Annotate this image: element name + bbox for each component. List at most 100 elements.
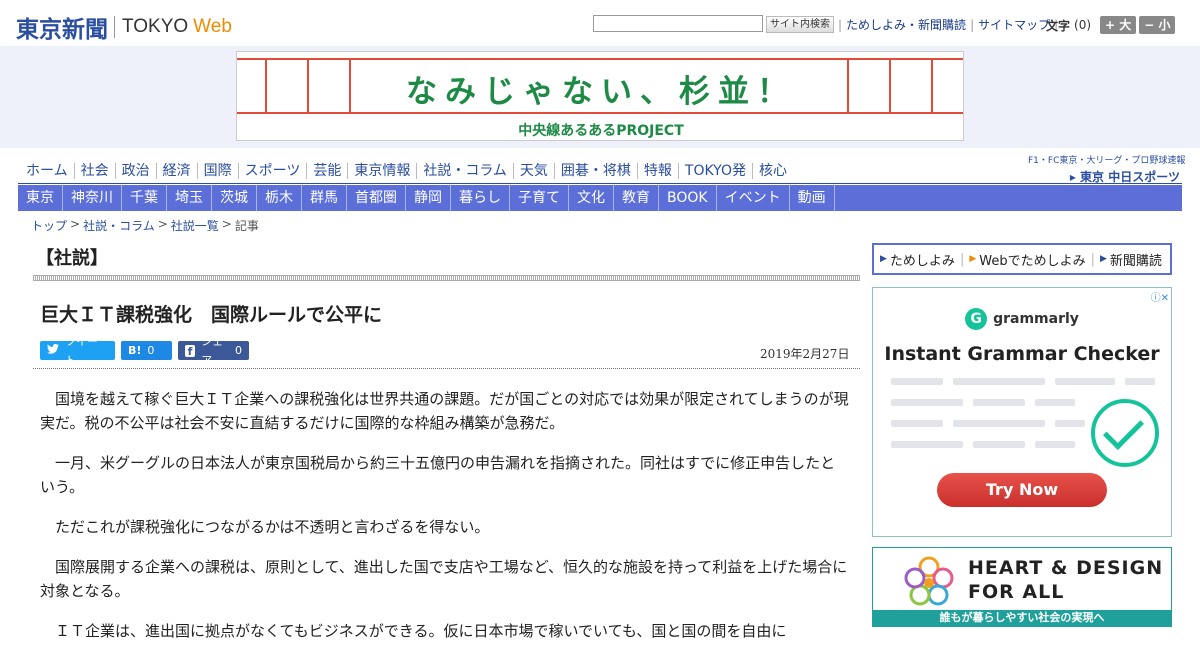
region-item-education[interactable]: 教育: [614, 185, 659, 211]
placeholder-text-line: [891, 441, 963, 448]
nav-item-editorial-column[interactable]: 社説・コラム: [416, 163, 513, 179]
placeholder-text-line: [1055, 420, 1085, 427]
region-item-shizuoka[interactable]: 静岡: [406, 185, 451, 211]
breadcrumb-separator: >: [221, 217, 232, 231]
nav-item-sports[interactable]: スポーツ: [237, 163, 307, 179]
nav-item-special-report[interactable]: 特報: [636, 163, 678, 179]
placeholder-text-line: [1035, 399, 1075, 406]
nav-divider: [18, 183, 1182, 184]
facebook-share-label: シェア: [201, 334, 224, 367]
subscription-links: ▶ ためしよみ | ▶ Webでためしよみ | ▶ 新聞購読: [872, 243, 1172, 275]
trial-read-label: ためしよみ: [889, 253, 955, 269]
subscribe-link[interactable]: ▶ 新聞購読: [1100, 250, 1162, 269]
breadcrumb-editorial-list[interactable]: 社説一覧: [171, 217, 219, 234]
breadcrumb-top[interactable]: トップ: [31, 217, 67, 234]
banner-line: [237, 112, 963, 114]
region-item-tochigi[interactable]: 栃木: [257, 185, 302, 211]
region-item-chiba[interactable]: 千葉: [122, 185, 167, 211]
nav-item-politics[interactable]: 政治: [114, 163, 156, 179]
placeholder-text-line: [953, 420, 1045, 427]
nav-item-tokyo-info[interactable]: 東京情報: [347, 163, 416, 179]
breadcrumb-separator: >: [157, 217, 168, 231]
font-larger-button[interactable]: + 大: [1100, 16, 1137, 34]
tweet-button[interactable]: ツイート: [40, 335, 115, 367]
arrow-right-icon: ▶: [880, 254, 887, 264]
region-item-event[interactable]: イベント: [717, 185, 790, 211]
heart-design-ad[interactable]: HEART & DESIGN FOR ALL 誰もが暮らしやすい社会の実現へ: [872, 547, 1172, 627]
divider: |: [970, 17, 975, 32]
breadcrumb-separator: >: [70, 217, 81, 231]
article-headline: 巨大ＩＴ課税強化 国際ルールで公平に: [40, 304, 383, 326]
placeholder-text-line: [953, 378, 1045, 385]
try-now-button[interactable]: Try Now: [937, 473, 1107, 507]
section-divider: [33, 275, 860, 281]
nav-item-home[interactable]: ホーム: [20, 163, 74, 179]
search-input[interactable]: [593, 15, 763, 32]
banner-subtitle: 中央線あるあるPROJECT: [518, 123, 684, 139]
font-size-level: (0): [1074, 18, 1092, 32]
region-item-tokyo[interactable]: 東京: [18, 185, 63, 211]
subscribe-label: 新聞購読: [1109, 253, 1162, 269]
nav-item-weather[interactable]: 天気: [512, 163, 554, 179]
share-buttons: ツイート B! 0 f シェア 0: [40, 335, 249, 367]
nav-item-society[interactable]: 社会: [73, 163, 115, 179]
nav-item-entertainment[interactable]: 芸能: [306, 163, 347, 179]
facebook-icon: f: [185, 344, 196, 358]
sitemap-link[interactable]: サイトマップ: [978, 16, 1050, 33]
site-search-button[interactable]: サイト内検索: [766, 16, 834, 33]
region-item-ibaraki[interactable]: 茨城: [212, 185, 257, 211]
checkmark-icon: [1091, 399, 1159, 467]
placeholder-text-line: [891, 420, 943, 427]
chunichi-sports-link[interactable]: F1・FC東京・大リーグ・プロ野球速報 ▸ 東京 中日スポーツ: [1028, 153, 1186, 185]
hatena-bookmark-button[interactable]: B! 0: [121, 341, 172, 360]
nav-item-tokyo-hatsu[interactable]: TOKYO発: [677, 163, 752, 179]
divider: |: [838, 17, 843, 32]
article-paragraph: 一月、米グーグルの日本法人が東京国税局から約三十五億円の申告漏れを指摘された。同…: [40, 454, 836, 496]
nav-item-international[interactable]: 国際: [196, 163, 238, 179]
ad-brand: G grammarly: [873, 308, 1171, 330]
adchoices-icon[interactable]: ⓘ✕: [1151, 289, 1169, 304]
placeholder-text-line: [1055, 378, 1115, 385]
site-logo[interactable]: 東京新聞 TOKYO Web: [16, 10, 232, 44]
hatena-bookmark-icon: B!: [128, 344, 142, 357]
region-item-gunma[interactable]: 群馬: [302, 185, 347, 211]
region-item-metro[interactable]: 首都圏: [347, 185, 406, 211]
placeholder-text-line: [1035, 441, 1075, 448]
grammarly-logo-icon: G: [965, 308, 988, 330]
region-item-parenting[interactable]: 子育て: [510, 185, 569, 211]
logo-text-web: Web: [193, 16, 232, 37]
heart-flower-logo-icon: [904, 556, 954, 606]
trial-subscribe-link[interactable]: ためしよみ・新聞購読: [846, 16, 966, 33]
region-item-culture[interactable]: 文化: [569, 185, 614, 211]
font-size-label: 文字: [1046, 18, 1071, 33]
region-item-kanagawa[interactable]: 神奈川: [63, 185, 122, 211]
chunichi-tagline: F1・FC東京・大リーグ・プロ野球速報: [1028, 156, 1186, 166]
breadcrumb-editorial-column[interactable]: 社説・コラム: [83, 217, 155, 234]
article-body: 国境を越えて稼ぐ巨大ＩＴ企業への課税強化は世界共通の課題。だが国ごとの対応では効…: [40, 387, 850, 659]
trial-read-link[interactable]: ▶ ためしよみ: [880, 250, 955, 269]
placeholder-text-line: [973, 441, 1025, 448]
font-smaller-button[interactable]: − 小: [1139, 16, 1176, 34]
placeholder-text-line: [973, 399, 1025, 406]
banner-ad[interactable]: なみじゃない、杉並！ 中央線あるあるPROJECT: [236, 51, 964, 141]
region-item-video[interactable]: 動画: [790, 185, 835, 211]
region-item-saitama[interactable]: 埼玉: [167, 185, 212, 211]
region-item-living[interactable]: 暮らし: [451, 185, 510, 211]
region-nav: 東京 神奈川 千葉 埼玉 茨城 栃木 群馬 首都圏 静岡 暮らし 子育て 文化 …: [18, 185, 1182, 211]
hatena-count: 0: [147, 344, 155, 357]
article-paragraph: 国際展開する企業への課税は、原則として、進出した国で支店や工場など、恒久的な施設…: [40, 558, 848, 600]
nav-item-core[interactable]: 核心: [751, 163, 793, 179]
ad-title-line2: FOR ALL: [968, 581, 1065, 603]
web-trial-read-label: Webでためしよみ: [979, 253, 1086, 269]
region-item-book[interactable]: BOOK: [659, 185, 717, 211]
web-trial-read-link[interactable]: ▶ Webでためしよみ: [969, 250, 1085, 269]
font-size-control: 文字 (0) + 大 − 小: [1046, 16, 1176, 34]
logo-divider: [114, 16, 115, 38]
section-label: 【社説】: [36, 248, 108, 269]
grammarly-ad[interactable]: ⓘ✕ G grammarly Instant Grammar Checker T…: [872, 287, 1172, 537]
nav-item-economy[interactable]: 経済: [155, 163, 197, 179]
site-header: 東京新聞 TOKYO Web サイト内検索 | ためしよみ・新聞購読 | サイト…: [0, 0, 1200, 46]
nav-item-go-shogi[interactable]: 囲碁・将棋: [553, 163, 637, 179]
facebook-share-button[interactable]: f シェア 0: [178, 335, 249, 367]
article-paragraph: ただこれが課税強化につながるかは不透明と言わざるを得ない。: [55, 518, 490, 536]
